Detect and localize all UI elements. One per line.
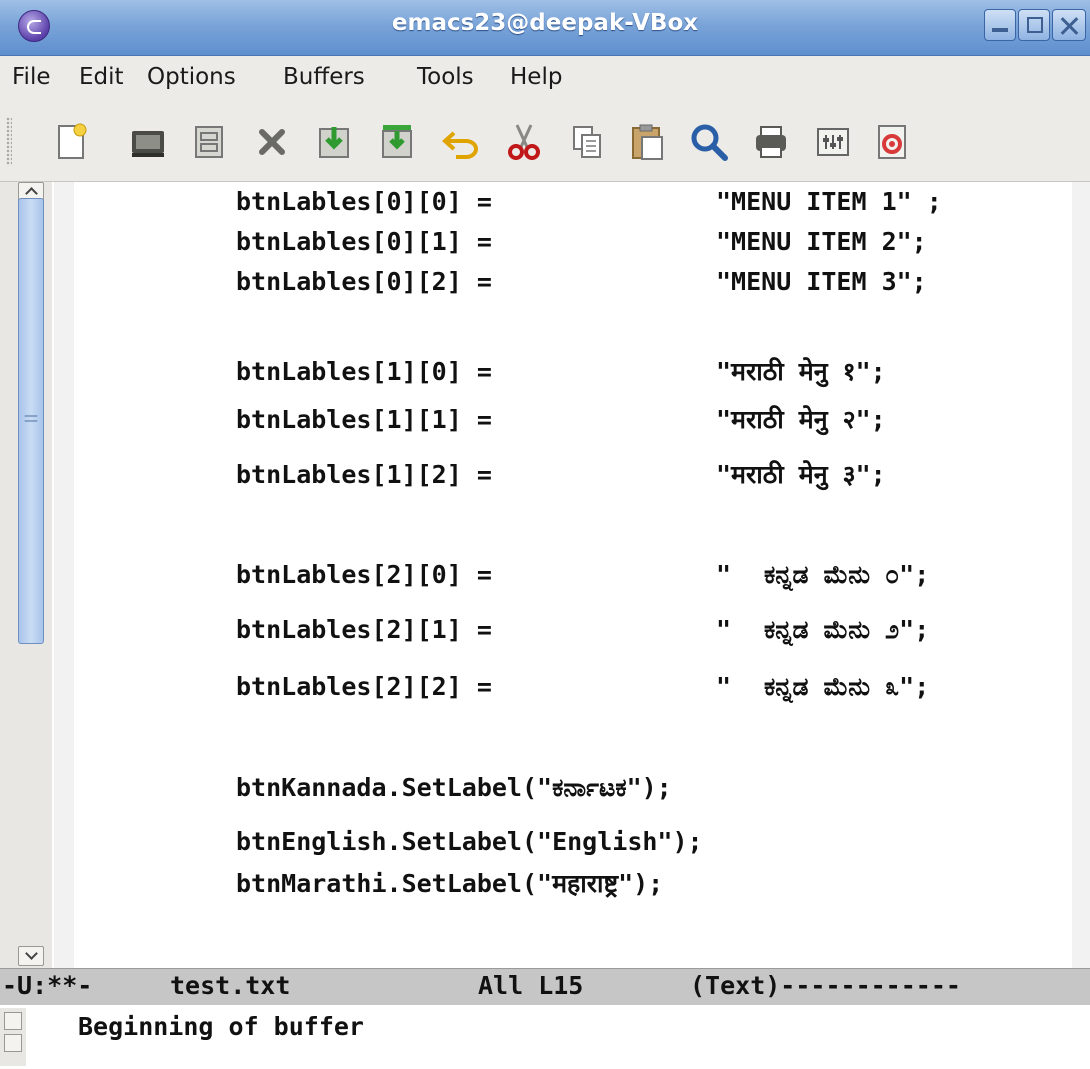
code-line: btnLables[2][1] =: [236, 615, 492, 644]
code-quote: ": [716, 615, 732, 644]
code-line: btnLables[0][1] =: [236, 227, 492, 256]
code-line: btnLables[1][0] =: [236, 357, 492, 386]
code-line: btnLables[0][0] =: [236, 187, 492, 216]
close-window-button[interactable]: [1052, 9, 1086, 41]
menu-edit[interactable]: Edit: [79, 64, 124, 90]
code-value: "मराठी मेनु २";: [716, 405, 886, 434]
code-value: "मराठी मेनु ३";: [716, 460, 886, 489]
new-file-icon[interactable]: [50, 121, 92, 163]
mode-line[interactable]: -U:**- test.txt All L15 (Text)----------…: [0, 968, 1090, 1005]
toolbar: [0, 101, 1090, 182]
menu-help[interactable]: Help: [510, 64, 562, 90]
menu-file[interactable]: File: [12, 64, 51, 90]
code-line: btnLables[1][1] =: [236, 405, 492, 434]
code-value: "MENU ITEM 2";: [716, 227, 927, 256]
code-value: ಕನ್ನಡ ಮೆನು ೨";: [764, 615, 930, 644]
buffer-status: -U:**-: [2, 971, 93, 1000]
search-icon[interactable]: [688, 121, 730, 163]
open-folder-icon[interactable]: [127, 121, 169, 163]
major-mode[interactable]: (Text)------------: [690, 971, 961, 1000]
minimize-button[interactable]: [984, 9, 1016, 41]
code-value: ಕನ್ನಡ ಮೆನು ೩";: [764, 672, 930, 701]
toolbar-grip[interactable]: [6, 117, 12, 165]
paste-icon[interactable]: [626, 121, 668, 163]
code-value: "MENU ITEM 1" ;: [716, 187, 942, 216]
menu-bar: File Edit Options Buffers Tools Help: [0, 56, 1090, 101]
code-line: btnLables[1][2] =: [236, 460, 492, 489]
buffer-position: All L15: [478, 971, 584, 1000]
help-icon[interactable]: [871, 121, 913, 163]
preferences-icon[interactable]: [812, 121, 854, 163]
save-as-icon[interactable]: [376, 121, 418, 163]
minibuffer-scroll-down[interactable]: [4, 1034, 22, 1052]
copy-icon[interactable]: [566, 121, 608, 163]
menu-tools[interactable]: Tools: [417, 64, 474, 90]
title-bar[interactable]: emacs23@deepak-VBox: [0, 0, 1090, 56]
menu-buffers[interactable]: Buffers: [283, 64, 365, 90]
code-value: "MENU ITEM 3";: [716, 267, 927, 296]
print-icon[interactable]: [750, 121, 792, 163]
code-line: btnKannada.SetLabel("ಕರ್ನಾಟಕ");: [236, 773, 672, 802]
code-line: btnLables[0][2] =: [236, 267, 492, 296]
code-quote: ": [716, 560, 732, 589]
emacs-window: emacs23@deepak-VBox File Edit Options Bu…: [0, 0, 1090, 1069]
right-fringe: [1072, 182, 1090, 968]
code-value: "मराठी मेनु १";: [716, 357, 886, 386]
buffer-filename[interactable]: test.txt: [170, 971, 290, 1000]
code-value: ಕನ್ನಡ ಮೆನು ೦";: [764, 560, 930, 589]
undo-icon[interactable]: [440, 121, 482, 163]
left-fringe: [54, 182, 74, 968]
window-title: emacs23@deepak-VBox: [391, 10, 699, 36]
scroll-down-button[interactable]: [18, 946, 44, 966]
dired-icon[interactable]: [188, 121, 230, 163]
save-icon[interactable]: [313, 121, 355, 163]
echo-area-message: Beginning of buffer: [78, 1012, 364, 1041]
code-line: btnLables[2][0] =: [236, 560, 492, 589]
menu-options[interactable]: Options: [147, 64, 236, 90]
code-line: btnEnglish.SetLabel("English");: [236, 827, 703, 856]
maximize-button[interactable]: [1018, 9, 1050, 41]
code-line: btnMarathi.SetLabel("महाराष्ट्र");: [236, 869, 664, 898]
code-quote: ": [716, 672, 732, 701]
thumb-grip-icon: — —: [24, 408, 38, 429]
code-line: btnLables[2][2] =: [236, 672, 492, 701]
cut-icon[interactable]: [503, 121, 545, 163]
minibuffer-scroll-up[interactable]: [4, 1012, 22, 1030]
close-icon[interactable]: [251, 121, 293, 163]
